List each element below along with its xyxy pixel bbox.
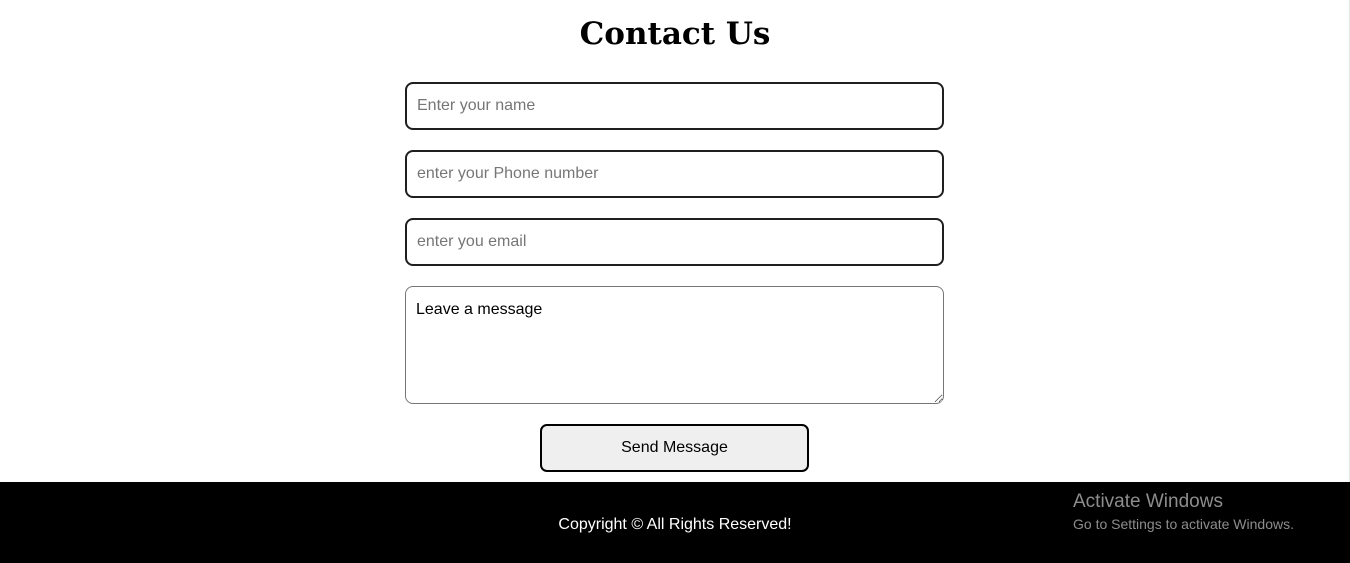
name-input[interactable] xyxy=(405,82,944,130)
page-title: Contact Us xyxy=(579,16,771,52)
send-message-button[interactable]: Send Message xyxy=(540,424,809,472)
watermark-title: Activate Windows xyxy=(1073,491,1223,512)
message-textarea[interactable] xyxy=(405,286,944,404)
activate-windows-watermark: Activate Windows Go to Settings to activ… xyxy=(1073,490,1294,534)
phone-input[interactable] xyxy=(405,150,944,198)
watermark-subtitle: Go to Settings to activate Windows. xyxy=(1073,516,1294,532)
footer: Copyright © All Rights Reserved! Activat… xyxy=(0,482,1350,563)
email-input[interactable] xyxy=(405,218,944,266)
